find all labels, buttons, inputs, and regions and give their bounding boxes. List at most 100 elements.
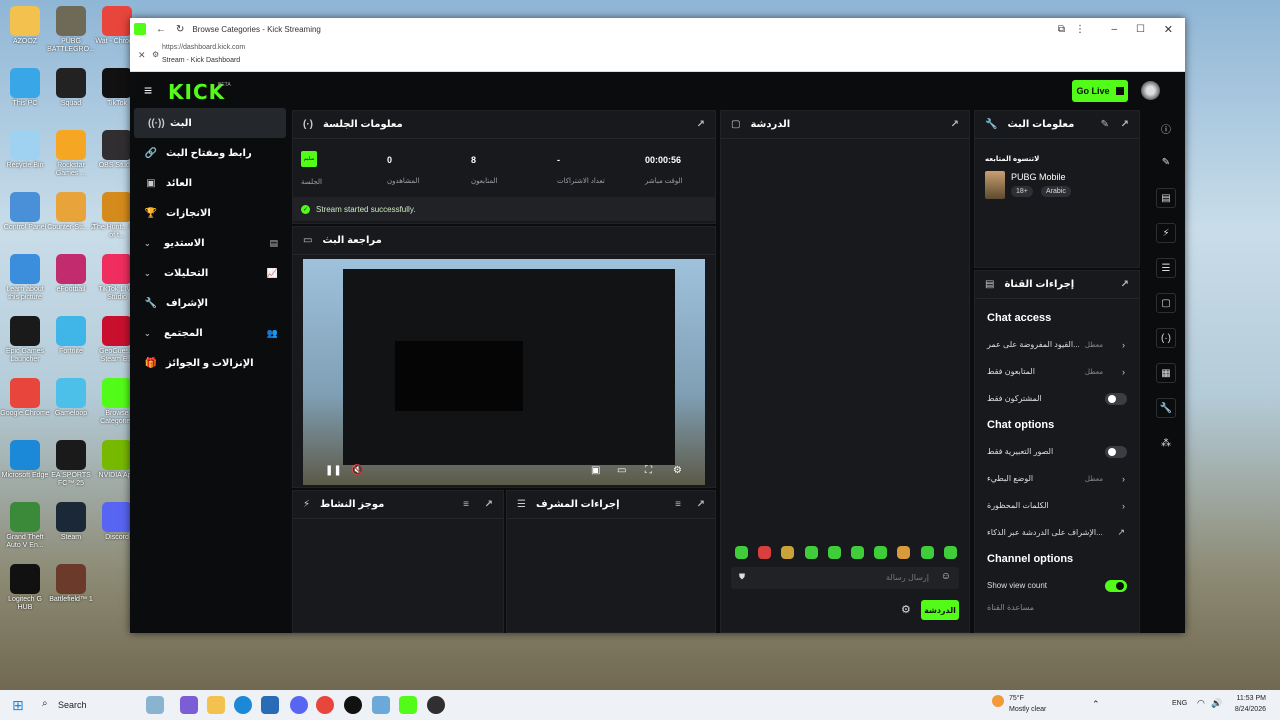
desktop-icon[interactable]: Logitech G HUB xyxy=(0,564,50,612)
windows-start-icon[interactable]: ⊞ xyxy=(12,697,24,714)
lightning-icon[interactable]: ⚡ xyxy=(1156,223,1176,243)
popout-icon[interactable]: ↗ xyxy=(1121,279,1129,290)
taskbar-store-icon[interactable] xyxy=(261,696,279,714)
emote-4[interactable] xyxy=(805,546,818,559)
chevron-up-icon[interactable]: ⌃ xyxy=(1092,699,1100,710)
reload-icon[interactable]: ↻ xyxy=(176,24,184,35)
list-icon[interactable]: ☰ xyxy=(1156,258,1176,278)
tab-title[interactable]: Browse Categories - Kick Streaming xyxy=(192,25,321,34)
desktop-icon[interactable]: Grand Theft Auto V En... xyxy=(0,502,50,550)
pip-icon[interactable]: ▣ xyxy=(591,465,600,476)
desktop-icon[interactable]: Battlefield™ 1 xyxy=(46,564,96,604)
back-icon[interactable]: ← xyxy=(156,24,166,35)
site-settings-icon[interactable]: ⚙ xyxy=(152,50,159,59)
shield-icon[interactable]: ⛊ xyxy=(739,572,745,582)
followers-only-row[interactable]: المتابعون فقط معطل › xyxy=(975,358,1139,385)
share-icon[interactable]: ⁂ xyxy=(1156,433,1176,453)
desktop-icon[interactable]: Steam xyxy=(46,502,96,542)
desktop-icon[interactable]: Epic Games Launcher xyxy=(0,316,50,364)
emotes-only-toggle[interactable] xyxy=(1105,445,1127,458)
maximize-button[interactable]: ☐ xyxy=(1136,24,1145,35)
desktop-icon[interactable]: This PC xyxy=(0,68,50,108)
taskbar-chrome-icon[interactable] xyxy=(316,696,334,714)
desktop-icon[interactable]: Learn about this picture xyxy=(0,254,50,302)
sidebar-item-studio[interactable]: ⌄ الاستديو ▤ xyxy=(130,228,290,258)
volume-muted-icon[interactable]: 🔇 xyxy=(351,465,363,476)
taskbar-explorer-icon[interactable] xyxy=(207,696,225,714)
close-window-button[interactable]: ✕ xyxy=(1164,23,1173,36)
hamburger-icon[interactable]: ≡ xyxy=(144,82,152,98)
emote-7[interactable] xyxy=(874,546,887,559)
taskbar-settings-icon[interactable] xyxy=(372,696,390,714)
wrench-icon[interactable]: 🔧 xyxy=(1156,398,1176,418)
desktop-icon[interactable]: PUBG BATTLEGRO... xyxy=(46,6,96,54)
edit-icon[interactable]: ✎ xyxy=(1101,119,1109,130)
volume-icon[interactable]: 🔊 xyxy=(1211,698,1222,709)
account-age-row[interactable]: القيود المفروضة على عمر... معطل › xyxy=(975,331,1139,358)
sidebar-item-achievements[interactable]: 🏆 الانجازات xyxy=(130,198,290,228)
clock-date[interactable]: 8/24/2026 xyxy=(1235,706,1266,713)
sidebar-item-stream[interactable]: ((·)) البث xyxy=(134,108,286,138)
emote-10[interactable] xyxy=(944,546,957,559)
lang-indicator[interactable]: ENG xyxy=(1172,700,1187,707)
settings-gear-icon[interactable]: ⚙ xyxy=(673,465,682,476)
sidebar-item-revenue[interactable]: ▣ العائد xyxy=(130,168,290,198)
clock-time[interactable]: 11:53 PM xyxy=(1237,695,1266,702)
sidebar-item-moderation[interactable]: 🔧 الإشراف xyxy=(130,288,290,318)
popup-url[interactable]: https://dashboard.kick.com xyxy=(162,44,245,51)
desktop-icon[interactable]: Squad xyxy=(46,68,96,108)
taskbar-copilot-icon[interactable] xyxy=(180,696,198,714)
desktop-icon[interactable]: Rockstar Games ... xyxy=(46,130,96,178)
taskbar-ghub-icon[interactable] xyxy=(344,696,362,714)
sidebar-item-community[interactable]: ⌄ المجتمع 👥 xyxy=(130,318,290,348)
show-view-count-toggle[interactable] xyxy=(1105,579,1127,592)
wifi-icon[interactable]: ◠ xyxy=(1197,698,1205,709)
avatar[interactable] xyxy=(1141,81,1160,100)
menu-icon[interactable]: ⋮ xyxy=(1075,24,1085,35)
filter-icon[interactable]: ≡ xyxy=(675,499,681,510)
go-live-button[interactable]: Go Live xyxy=(1072,80,1128,102)
edit-icon[interactable]: ✎ xyxy=(1156,152,1176,172)
pause-icon[interactable]: ❚❚ xyxy=(325,465,342,476)
popout-icon[interactable]: ↗ xyxy=(951,119,959,130)
emote-5[interactable] xyxy=(828,546,841,559)
search-box[interactable]: Search xyxy=(58,700,87,710)
popout-icon[interactable]: ↗ xyxy=(485,499,493,510)
chat-input-box[interactable]: ⛊ إرسال رسالة ☺ xyxy=(731,567,959,589)
close-popup-icon[interactable]: ✕ xyxy=(138,50,146,61)
sidebar-item-analytics[interactable]: ⌄ التحليلات 📈 xyxy=(130,258,290,288)
search-icon[interactable]: ⌕ xyxy=(42,698,48,709)
subs-only-toggle[interactable] xyxy=(1105,392,1127,405)
taskbar-edge-icon[interactable] xyxy=(234,696,252,714)
taskbar-obs-icon[interactable] xyxy=(427,696,445,714)
desktop-icon[interactable]: Recycle Bin xyxy=(0,130,50,170)
slow-mode-row[interactable]: الوضع البطيء معطل › xyxy=(975,465,1139,492)
chat-send-button[interactable]: الدردشة xyxy=(921,600,959,620)
session-widget-icon[interactable]: ▤ xyxy=(1156,188,1176,208)
emote-8[interactable] xyxy=(897,546,910,559)
taskbar-landscape-icon[interactable] xyxy=(146,696,164,714)
desktop-icon[interactable]: EA SPORTS FC™ 25 xyxy=(46,440,96,488)
chat-settings-icon[interactable]: ⚙ xyxy=(901,603,911,616)
taskbar-discord-icon[interactable] xyxy=(290,696,308,714)
tag-language[interactable]: Arabic xyxy=(1041,186,1071,197)
tag-adult[interactable]: 18+ xyxy=(1011,186,1033,197)
filter-icon[interactable]: ≡ xyxy=(463,499,469,510)
kick-logo[interactable]: KICK xyxy=(168,80,225,104)
desktop-icon[interactable]: Counter-Str... 2 xyxy=(46,192,96,232)
popout-icon[interactable]: ↗ xyxy=(1121,119,1129,130)
desktop-icon[interactable]: Microsoft Edge xyxy=(0,440,50,480)
emote-6[interactable] xyxy=(851,546,864,559)
channel-icon[interactable]: ▦ xyxy=(1156,363,1176,383)
desktop-icon[interactable]: AZOOZ xyxy=(0,6,50,46)
banned-words-row[interactable]: الكلمات المحظورة › xyxy=(975,492,1139,519)
info-icon[interactable]: ⓘ xyxy=(1156,118,1176,138)
desktop-icon[interactable]: Google Chrome xyxy=(0,378,50,418)
sidebar-item-drops[interactable]: 🎁 الإنزالات و الجوائز xyxy=(130,348,290,378)
emote-2[interactable] xyxy=(758,546,771,559)
desktop-icon[interactable]: Control Panel xyxy=(0,192,50,232)
fullscreen-icon[interactable]: ⛶ xyxy=(645,465,652,476)
sidebar-item-stream-key[interactable]: 🔗 رابط ومفتاح البث xyxy=(130,138,290,168)
broadcast-icon[interactable]: (·) xyxy=(1156,328,1176,348)
desktop-icon[interactable]: eFootball xyxy=(46,254,96,294)
